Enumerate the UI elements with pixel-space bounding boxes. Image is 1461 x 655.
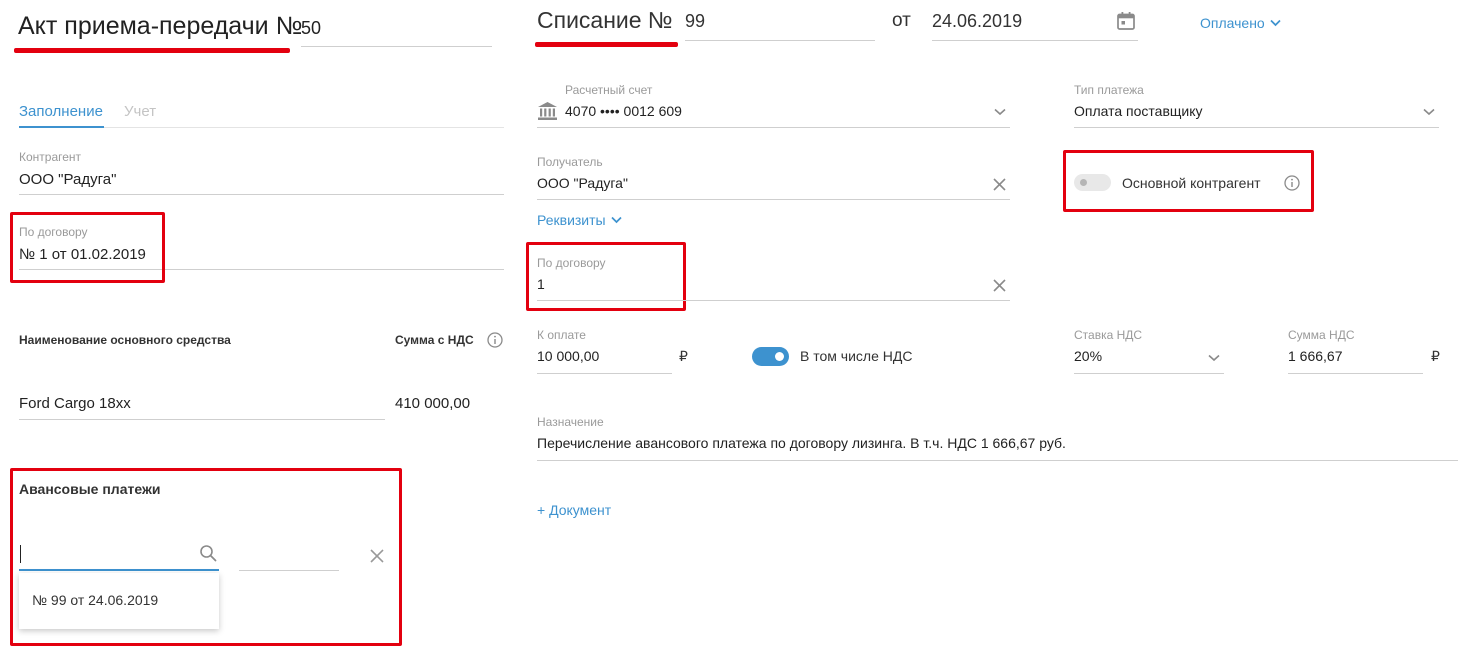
add-document-link[interactable]: + Документ [537, 502, 611, 518]
purpose-value: Перечисление авансового платежа по догов… [537, 435, 1066, 451]
asset-name-value: Ford Cargo 18xx [19, 395, 131, 412]
advances-dropdown: № 99 от 24.06.2019 [19, 573, 219, 629]
info-icon[interactable] [487, 332, 503, 348]
writeoff-number: 99 [685, 11, 706, 31]
date-field[interactable]: 24.06.2019 [932, 6, 1138, 41]
vat-rate-chevron-icon [1208, 354, 1220, 362]
payment-type-value: Оплата поставщику [1074, 103, 1203, 119]
asset-sum-value: 410 000,00 [395, 395, 471, 412]
recipient-clear-icon[interactable] [993, 178, 1006, 191]
main-counterparty-info-icon[interactable] [1284, 175, 1300, 191]
act-number: 50 [301, 18, 322, 38]
chevron-down-icon [1270, 19, 1281, 27]
toggle-knob [1080, 179, 1087, 186]
counterparty-label: Контрагент [19, 150, 82, 164]
recipient-label: Получатель [537, 155, 603, 169]
right-contract-value: 1 [537, 276, 545, 292]
main-counterparty-label: Основной контрагент [1122, 175, 1261, 191]
act-title-highlight [14, 48, 290, 53]
writeoff-title: Списание № [537, 7, 673, 33]
amount-currency: ₽ [679, 348, 688, 364]
date-prefix: от [892, 10, 911, 31]
advances-dropdown-item[interactable]: № 99 от 24.06.2019 [32, 592, 158, 608]
tab-fill[interactable]: Заполнение [19, 103, 103, 120]
account-select[interactable]: 4070 •••• 0012 609 [537, 99, 1010, 128]
payment-type-label: Тип платежа [1074, 83, 1144, 97]
search-icon[interactable] [199, 544, 217, 562]
act-number-field[interactable]: 50 [301, 12, 492, 47]
calendar-icon[interactable] [1116, 11, 1136, 31]
vat-sum-currency: ₽ [1431, 348, 1440, 364]
vat-rate-value: 20% [1074, 348, 1103, 364]
text-cursor [20, 545, 21, 563]
details-chevron-icon [611, 216, 622, 224]
vat-included-toggle[interactable] [752, 347, 789, 366]
status-label: Оплачено [1200, 15, 1265, 31]
vat-rate-select[interactable]: 20% [1074, 344, 1224, 374]
bank-icon [537, 101, 558, 121]
left-contract-highlight [10, 212, 165, 283]
counterparty-value: ООО "Радуга" [19, 171, 117, 188]
date-value: 24.06.2019 [932, 11, 1023, 31]
details-link[interactable]: Реквизиты [537, 212, 622, 228]
recipient-field[interactable]: ООО "Радуга" [537, 171, 1010, 200]
account-label: Расчетный счет [565, 83, 653, 97]
counterparty-field[interactable]: ООО "Радуга" [19, 168, 504, 195]
vat-sum-field[interactable]: 1 666,67 [1288, 344, 1423, 374]
vat-toggle-knob [775, 352, 784, 361]
recipient-value: ООО "Радуга" [537, 175, 628, 191]
vat-sum-label: Сумма НДС [1288, 328, 1355, 342]
vat-included-label: В том числе НДС [800, 348, 913, 364]
account-value: 4070 •••• 0012 609 [565, 103, 682, 119]
payment-type-chevron-icon [1423, 108, 1435, 116]
asset-col-name: Наименование основного средства [19, 333, 231, 347]
writeoff-title-highlight [535, 42, 678, 47]
amount-label: К оплате [537, 328, 586, 342]
vat-sum-value: 1 666,67 [1288, 348, 1343, 364]
advances-title: Авансовые платежи [19, 481, 161, 497]
asset-name-field[interactable]: Ford Cargo 18xx [19, 392, 385, 420]
purpose-field[interactable]: Перечисление авансового платежа по догов… [537, 431, 1458, 461]
amount-value: 10 000,00 [537, 348, 600, 364]
writeoff-number-field[interactable]: 99 [685, 6, 875, 41]
advances-amount-field[interactable] [239, 545, 339, 571]
act-title: Акт приема-передачи № [18, 12, 303, 40]
advances-search-input[interactable] [19, 540, 219, 571]
right-contract-field[interactable]: 1 [537, 272, 1010, 301]
status-dropdown[interactable]: Оплачено [1200, 15, 1281, 31]
payment-type-select[interactable]: Оплата поставщику [1074, 99, 1439, 128]
tab-accounting[interactable]: Учет [124, 103, 156, 120]
amount-field[interactable]: 10 000,00 [537, 344, 672, 374]
purpose-label: Назначение [537, 415, 604, 429]
right-contract-clear-icon[interactable] [993, 279, 1006, 292]
advances-clear-icon[interactable] [370, 549, 384, 563]
main-counterparty-toggle[interactable] [1074, 174, 1111, 191]
details-link-label: Реквизиты [537, 212, 606, 228]
vat-rate-label: Ставка НДС [1074, 328, 1143, 342]
account-chevron-icon [994, 108, 1006, 116]
asset-col-sum: Сумма с НДС [395, 333, 474, 347]
right-contract-label: По договору [537, 256, 606, 270]
tab-fill-indicator [19, 126, 104, 128]
